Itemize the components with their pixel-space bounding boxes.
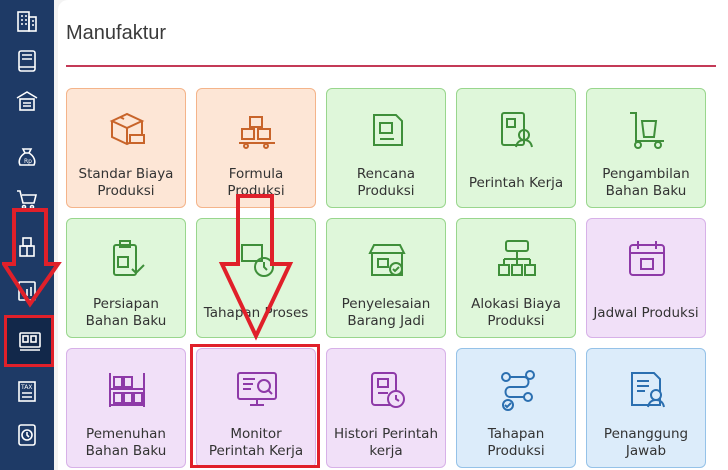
tile-label: Perintah Kerja	[468, 174, 564, 191]
tile-label: Standar Biaya Produksi	[78, 166, 174, 199]
tile-penyelesaian-barang-jadi[interactable]: Penyelesaian Barang Jadi	[326, 218, 446, 338]
tile-label: Pemenuhan Bahan Baku	[85, 426, 167, 459]
store-check-icon	[368, 244, 406, 276]
formula-boxes-icon	[239, 116, 275, 149]
warehouse-icon	[16, 91, 38, 111]
tile-label: Pengambilan Bahan Baku	[602, 166, 690, 199]
title-divider	[66, 65, 716, 67]
workflow-icon	[501, 370, 535, 411]
gear-clock-icon	[18, 424, 36, 446]
tile-label: Tahapan Produksi	[487, 426, 545, 459]
shelf-boxes-icon	[109, 373, 145, 407]
cart-icon	[17, 190, 38, 210]
svg-text:Rp: Rp	[24, 158, 32, 165]
tile-label: Penyelesaian Barang Jadi	[341, 296, 431, 329]
tile-formula-produksi[interactable]: Formula Produksi	[196, 88, 316, 208]
book-icon	[18, 50, 36, 72]
report-icon	[18, 281, 36, 301]
trolley-icon	[630, 112, 664, 149]
tile-jadwal-produksi[interactable]: Jadwal Produksi	[586, 218, 706, 338]
money-bag-icon: Rp	[18, 148, 36, 166]
sidebar-item-settings[interactable]	[0, 414, 54, 456]
building-icon	[17, 11, 37, 32]
sidebar-item-warehouse[interactable]	[0, 80, 54, 122]
svg-text:TAX: TAX	[20, 384, 32, 391]
page-title: Manufaktur	[66, 22, 167, 44]
process-clock-icon	[241, 244, 274, 277]
calendar-icon	[629, 241, 665, 276]
tile-persiapan-bahan-baku[interactable]: Persiapan Bahan Baku	[66, 218, 186, 338]
sidebar-item-building[interactable]	[0, 0, 54, 42]
tile-alokasi-biaya-produksi[interactable]: Alokasi Biaya Produksi	[456, 218, 576, 338]
box-stack-icon	[19, 237, 35, 257]
cost-box-icon	[109, 112, 145, 146]
tile-tahapan-proses[interactable]: Tahapan Proses	[196, 218, 316, 338]
sidebar-item-boxes[interactable]	[0, 226, 54, 268]
sidebar-item-tax[interactable]: TAX	[0, 370, 54, 412]
tile-monitor-perintah-kerja[interactable]: Monitor Perintah Kerja	[196, 348, 316, 468]
tile-rencana-produksi[interactable]: Rencana Produksi	[326, 88, 446, 208]
sidebar-item-report[interactable]	[0, 270, 54, 312]
tile-pengambilan-bahan-baku[interactable]: Pengambilan Bahan Baku	[586, 88, 706, 208]
tile-label: Tahapan Proses	[203, 304, 309, 321]
plan-note-icon	[373, 114, 403, 146]
history-badge-icon	[371, 372, 405, 408]
monitor-search-icon	[237, 372, 277, 406]
tile-label: Penanggung Jawab	[603, 426, 689, 459]
sidebar: Rp TAX	[0, 0, 54, 470]
tile-tahapan-produksi[interactable]: Tahapan Produksi	[456, 348, 576, 468]
tax-icon: TAX	[18, 381, 36, 402]
cost-allocation-icon	[498, 240, 536, 276]
sidebar-item-book[interactable]	[0, 40, 54, 82]
tile-penanggung-jawab[interactable]: Penanggung Jawab	[586, 348, 706, 468]
tile-label: Monitor Perintah Kerja	[208, 426, 304, 459]
tile-label: Formula Produksi	[227, 166, 285, 199]
tile-perintah-kerja[interactable]: Perintah Kerja	[456, 88, 576, 208]
factory-monitor-icon	[19, 332, 41, 351]
sidebar-item-money[interactable]: Rp	[0, 136, 54, 178]
tile-label: Persiapan Bahan Baku	[85, 296, 167, 329]
sidebar-item-cart[interactable]	[0, 178, 54, 220]
tile-standar-biaya-produksi[interactable]: Standar Biaya Produksi	[66, 88, 186, 208]
clipboard-check-icon	[113, 240, 145, 276]
sidebar-item-manufacturing[interactable]	[6, 318, 54, 364]
tile-label: Rencana Produksi	[356, 166, 416, 199]
tile-histori-perintah-kerja[interactable]: Histori Perintah kerja	[326, 348, 446, 468]
tile-label: Jadwal Produksi	[593, 304, 699, 321]
responsible-person-icon	[631, 372, 665, 408]
work-order-icon	[501, 112, 533, 148]
tile-label: Histori Perintah kerja	[333, 426, 439, 459]
tile-label: Alokasi Biaya Produksi	[471, 296, 561, 329]
tile-pemenuhan-bahan-baku[interactable]: Pemenuhan Bahan Baku	[66, 348, 186, 468]
